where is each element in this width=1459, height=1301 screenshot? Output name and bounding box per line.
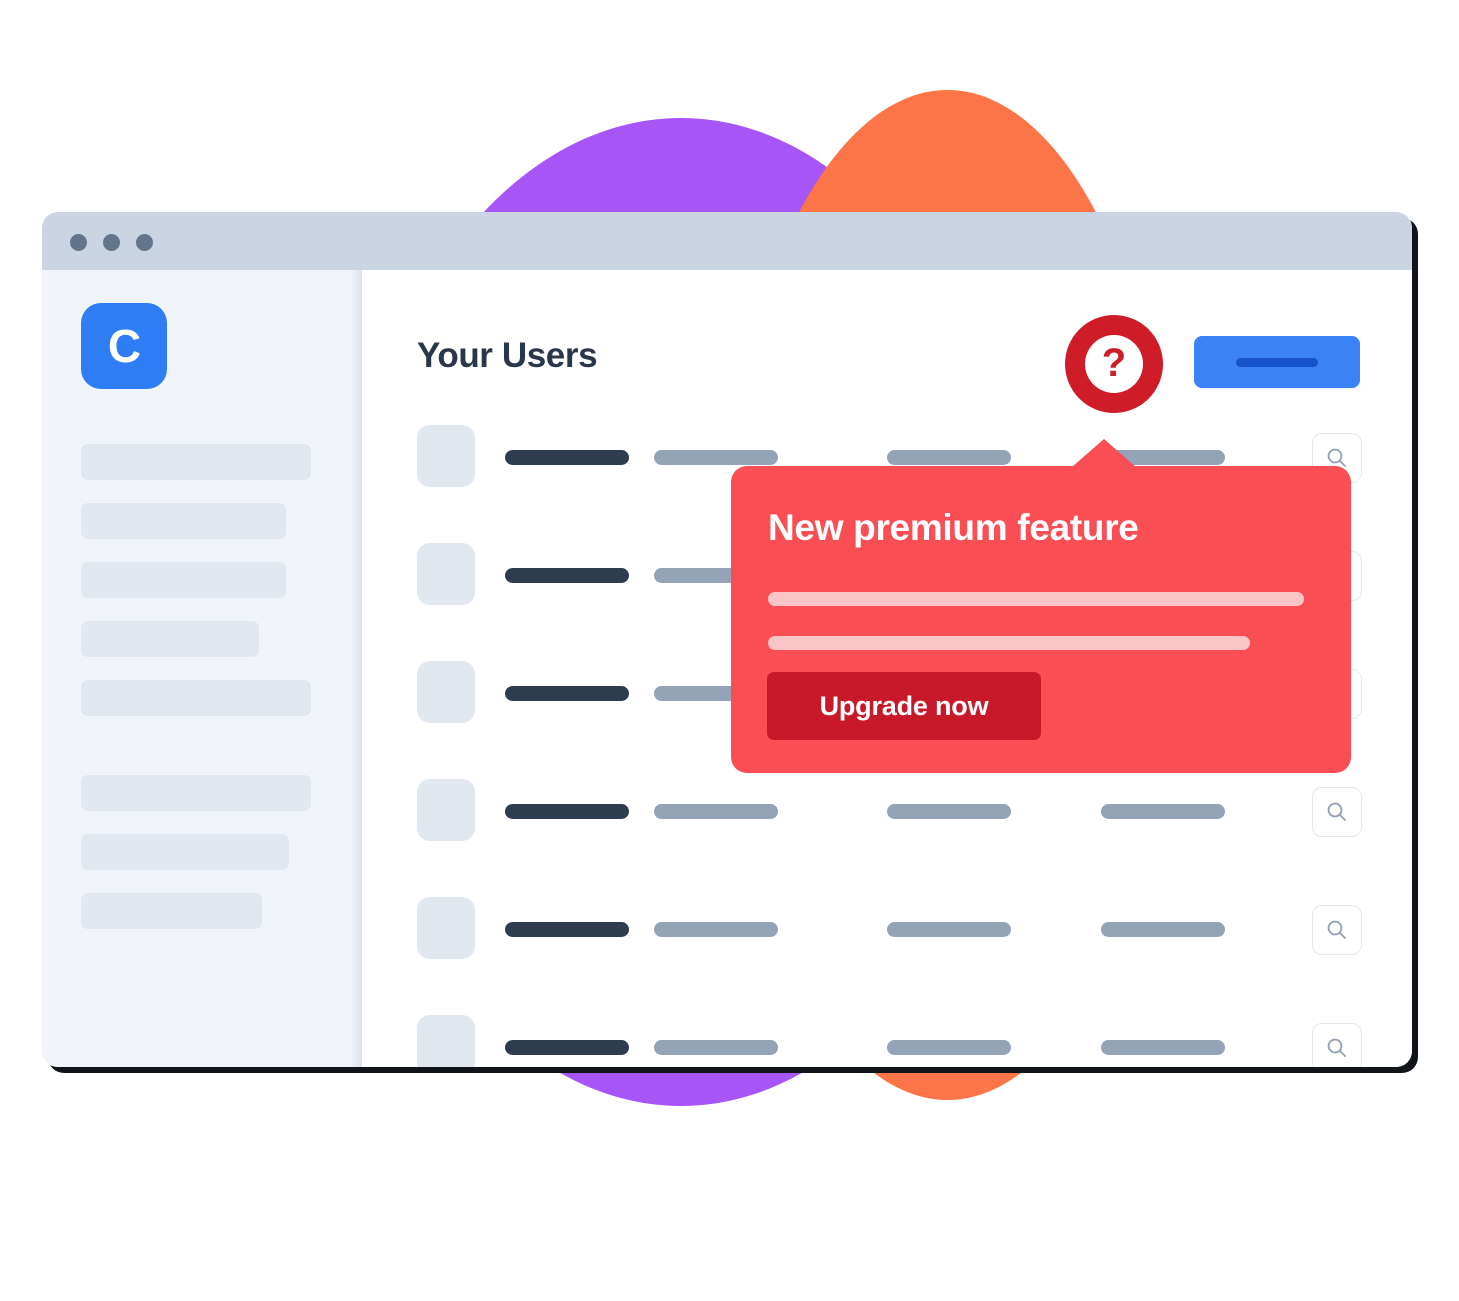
- table-row[interactable]: [417, 887, 1412, 1005]
- table-row[interactable]: [417, 1005, 1412, 1067]
- cell-name-placeholder: [505, 804, 629, 819]
- upgrade-now-button-label: Upgrade now: [819, 690, 989, 721]
- cell-2-placeholder: [654, 450, 778, 465]
- cell-name-placeholder: [505, 568, 629, 583]
- sidebar-item-2[interactable]: [81, 503, 286, 539]
- cell-3-placeholder: [887, 922, 1011, 937]
- page-title: Your Users: [417, 336, 598, 375]
- upgrade-now-button[interactable]: Upgrade now: [767, 672, 1041, 740]
- sidebar-item-8[interactable]: [81, 893, 262, 929]
- row-search-button[interactable]: [1312, 787, 1362, 837]
- tooltip-title: New premium feature: [768, 507, 1139, 548]
- sidebar-item-1[interactable]: [81, 444, 311, 480]
- cell-4-placeholder: [1101, 1040, 1225, 1055]
- app-logo-letter: C: [107, 320, 141, 372]
- cell-2-placeholder: [654, 1040, 778, 1055]
- sidebar-item-3[interactable]: [81, 562, 286, 598]
- cell-name-placeholder: [505, 922, 629, 937]
- primary-action-button-label-bar: [1236, 357, 1318, 367]
- sidebar-item-6[interactable]: [81, 775, 311, 811]
- sidebar: C: [42, 270, 362, 1067]
- avatar: [417, 661, 475, 723]
- cell-name-placeholder: [505, 450, 629, 465]
- sidebar-item-4[interactable]: [81, 621, 259, 657]
- row-search-button[interactable]: [1312, 1023, 1362, 1067]
- sidebar-item-5[interactable]: [81, 680, 311, 716]
- illustration-canvas: C Your Users ? New premium feature Upgra…: [0, 0, 1459, 1301]
- table-row[interactable]: [417, 769, 1412, 887]
- minimize-window-dot[interactable]: [103, 234, 120, 251]
- cell-3-placeholder: [887, 450, 1011, 465]
- row-search-button[interactable]: [1312, 905, 1362, 955]
- cell-2-placeholder: [654, 922, 778, 937]
- avatar: [417, 779, 475, 841]
- cell-3-placeholder: [887, 804, 1011, 819]
- cell-2-placeholder: [654, 804, 778, 819]
- premium-feature-tooltip: New premium feature Upgrade now: [731, 439, 1351, 773]
- cell-4-placeholder: [1101, 922, 1225, 937]
- avatar: [417, 897, 475, 959]
- sidebar-item-7[interactable]: [81, 834, 289, 870]
- traffic-light-buttons: [70, 234, 153, 251]
- cell-name-placeholder: [505, 1040, 629, 1055]
- app-logo[interactable]: C: [81, 303, 167, 389]
- search-icon: [1327, 1038, 1346, 1057]
- cell-name-placeholder: [505, 686, 629, 701]
- maximize-window-dot[interactable]: [136, 234, 153, 251]
- avatar: [417, 543, 475, 605]
- cell-4-placeholder: [1101, 804, 1225, 819]
- window-titlebar: [42, 212, 1412, 270]
- avatar: [417, 1015, 475, 1067]
- tooltip-body-line-1: [768, 592, 1304, 606]
- sidebar-nav-list: [81, 444, 311, 952]
- help-icon-glyph: ?: [1101, 341, 1127, 385]
- help-icon-inner: ?: [1085, 335, 1143, 393]
- help-question-icon[interactable]: ?: [1065, 315, 1163, 413]
- tooltip-body-line-2: [768, 636, 1250, 650]
- search-icon: [1327, 920, 1346, 939]
- close-window-dot[interactable]: [70, 234, 87, 251]
- primary-action-button[interactable]: [1194, 336, 1360, 388]
- search-icon: [1327, 802, 1346, 821]
- cell-3-placeholder: [887, 1040, 1011, 1055]
- tooltip-pointer-arrow: [1072, 439, 1136, 467]
- sidebar-group-divider: [81, 739, 311, 775]
- avatar: [417, 425, 475, 487]
